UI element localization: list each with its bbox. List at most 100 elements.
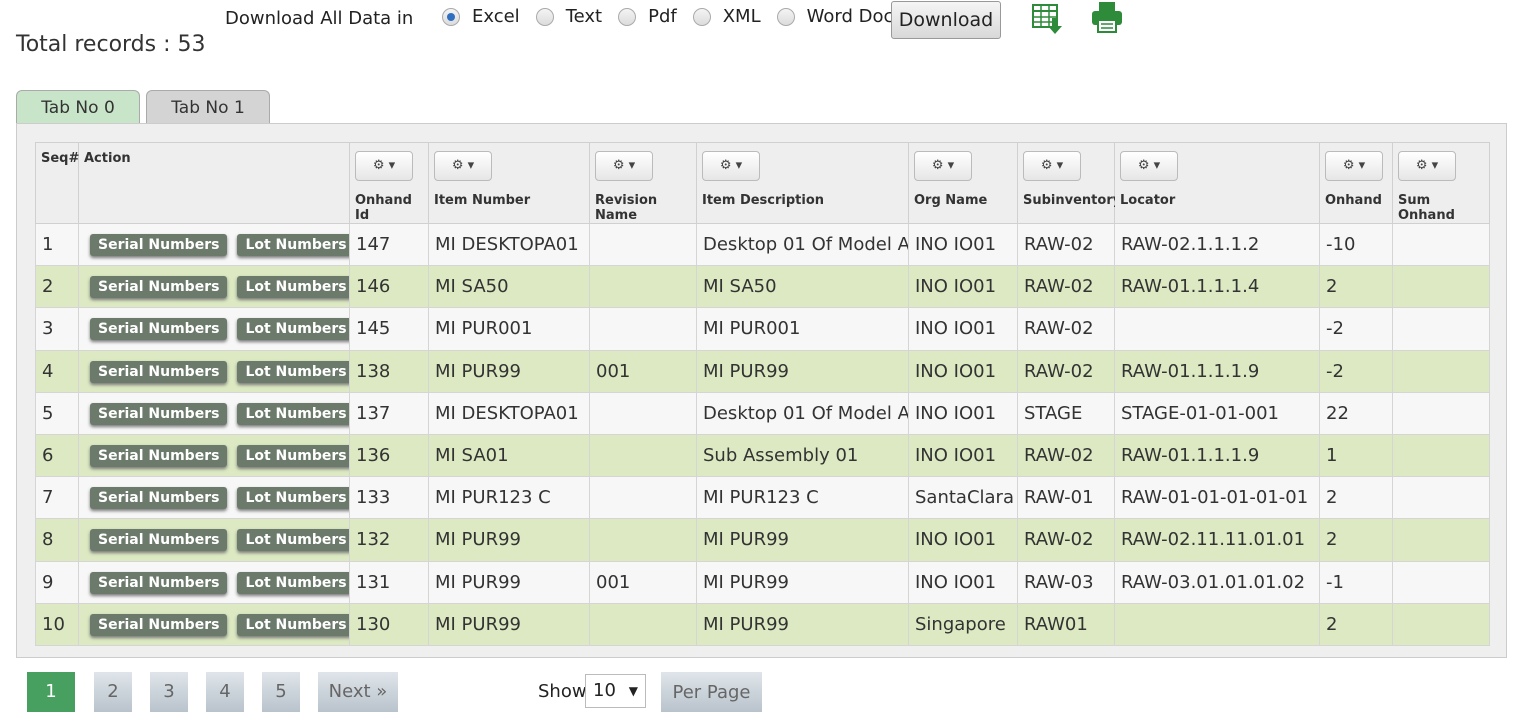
column-menu-button[interactable]: ⚙ ▾: [434, 151, 492, 181]
cell-action: Serial Numbers Lot Numbers: [78, 602, 350, 646]
format-option-xml[interactable]: XML: [692, 6, 761, 27]
tab-no-1[interactable]: Tab No 1: [146, 90, 270, 124]
cell-onhand: 22: [1319, 391, 1393, 435]
cell-subinventory: RAW-01: [1017, 476, 1115, 520]
lot-numbers-button[interactable]: Lot Numbers: [237, 276, 349, 299]
serial-numbers-button[interactable]: Serial Numbers: [90, 402, 228, 425]
format-option-pdf[interactable]: Pdf: [618, 6, 677, 27]
cell-onhand: -10: [1319, 222, 1393, 267]
next-page-button[interactable]: Next »: [318, 672, 398, 712]
tab-no-0[interactable]: Tab No 0: [16, 90, 140, 124]
radio-xml[interactable]: [692, 7, 711, 26]
cell-locator: RAW-01.1.1.1.4: [1114, 265, 1320, 309]
cell-revision: [589, 222, 697, 267]
radio-word[interactable]: [776, 7, 795, 26]
cell-onhand-id: 137: [349, 391, 429, 435]
cell-locator: [1114, 602, 1320, 646]
serial-numbers-button[interactable]: Serial Numbers: [90, 276, 228, 299]
cell-item-number: MI PUR99: [428, 518, 590, 562]
table-row: 1 Serial Numbers Lot Numbers 147 MI DESKTOPA…: [35, 222, 1490, 267]
col-label-seq: Seq#: [41, 151, 80, 166]
cell-item-number: MI PUR99: [428, 602, 590, 646]
serial-numbers-button[interactable]: Serial Numbers: [90, 360, 228, 383]
lot-numbers-button[interactable]: Lot Numbers: [237, 529, 349, 552]
page-button-4[interactable]: 4: [206, 672, 244, 712]
serial-numbers-button[interactable]: Serial Numbers: [90, 487, 228, 510]
page-button-2[interactable]: 2: [94, 672, 132, 712]
column-menu-button[interactable]: ⚙ ▾: [1023, 151, 1081, 181]
cell-description: MI SA50: [696, 265, 909, 309]
cell-org: INO IO01: [908, 433, 1018, 478]
lot-numbers-button[interactable]: Lot Numbers: [237, 234, 349, 257]
cell-locator: RAW-02.11.11.01.01: [1114, 518, 1320, 562]
column-menu-button[interactable]: ⚙ ▾: [355, 151, 413, 181]
cell-subinventory: RAW-02: [1017, 518, 1115, 562]
cell-sum-onhand: [1392, 222, 1490, 267]
table-row: 10 Serial Numbers Lot Numbers 130 MI PUR99 MI…: [35, 602, 1490, 646]
format-option-word[interactable]: Word Doc: [776, 6, 893, 27]
cell-action: Serial Numbers Lot Numbers: [78, 349, 350, 393]
page-button-1[interactable]: 1: [27, 672, 75, 712]
lot-numbers-button[interactable]: Lot Numbers: [237, 360, 349, 383]
cell-onhand-id: 136: [349, 433, 429, 478]
page-button-5[interactable]: 5: [262, 672, 300, 712]
cell-action: Serial Numbers Lot Numbers: [78, 307, 350, 351]
cell-description: Desktop 01 Of Model A: [696, 391, 909, 435]
per-page-button[interactable]: Per Page: [661, 672, 762, 712]
cell-onhand: 2: [1319, 476, 1393, 520]
lot-numbers-button[interactable]: Lot Numbers: [237, 445, 349, 468]
column-menu-button[interactable]: ⚙ ▾: [914, 151, 972, 181]
format-option-text[interactable]: Text: [535, 6, 602, 27]
cell-seq: 1: [35, 222, 79, 267]
serial-numbers-button[interactable]: Serial Numbers: [90, 571, 228, 594]
page-button-3[interactable]: 3: [150, 672, 188, 712]
lot-numbers-button[interactable]: Lot Numbers: [237, 402, 349, 425]
column-menu-button[interactable]: ⚙ ▾: [702, 151, 760, 181]
format-label-excel: Excel: [472, 6, 520, 27]
col-header-revision-name: ⚙ ▾ Revision Name: [589, 142, 697, 224]
lot-numbers-button[interactable]: Lot Numbers: [237, 571, 349, 594]
per-page-select[interactable]: 10 ▼: [585, 674, 646, 708]
table-row: 5 Serial Numbers Lot Numbers 137 MI DESKTOPA…: [35, 391, 1490, 435]
total-records-label: Total records : 53: [16, 32, 206, 57]
col-header-subinventory: ⚙ ▾ Subinventory: [1017, 142, 1121, 224]
cell-item-number: MI SA01: [428, 433, 590, 478]
serial-numbers-button[interactable]: Serial Numbers: [90, 529, 228, 552]
cell-action: Serial Numbers Lot Numbers: [78, 222, 350, 267]
col-header-seq: Seq#: [35, 142, 80, 224]
download-format-radio-group: Excel Text Pdf XML Word Doc: [442, 6, 909, 27]
download-button[interactable]: Download: [891, 1, 1001, 39]
column-menu-button[interactable]: ⚙ ▾: [1120, 151, 1178, 181]
spreadsheet-download-icon[interactable]: [1032, 4, 1064, 38]
col-label-onhand: Onhand: [1325, 193, 1382, 208]
cell-locator: RAW-03.01.01.01.02: [1114, 560, 1320, 604]
radio-excel[interactable]: [442, 7, 460, 26]
col-label-onhand-id: Onhand Id: [355, 193, 412, 223]
col-label-locator: Locator: [1120, 193, 1176, 208]
serial-numbers-button[interactable]: Serial Numbers: [90, 445, 228, 468]
format-label-xml: XML: [722, 6, 761, 27]
col-label-org-name: Org Name: [914, 193, 988, 208]
radio-pdf[interactable]: [618, 7, 637, 26]
cell-onhand: 2: [1319, 265, 1393, 309]
serial-numbers-button[interactable]: Serial Numbers: [90, 318, 228, 341]
radio-text[interactable]: [535, 7, 554, 26]
cell-sum-onhand: [1392, 307, 1490, 351]
cell-sum-onhand: [1392, 265, 1490, 309]
format-option-excel[interactable]: Excel: [442, 6, 520, 27]
serial-numbers-button[interactable]: Serial Numbers: [90, 234, 228, 257]
serial-numbers-button[interactable]: Serial Numbers: [90, 613, 228, 636]
cell-action: Serial Numbers Lot Numbers: [78, 476, 350, 520]
cell-org: INO IO01: [908, 391, 1018, 435]
column-menu-button[interactable]: ⚙ ▾: [595, 151, 653, 181]
lot-numbers-button[interactable]: Lot Numbers: [237, 613, 349, 636]
printer-icon[interactable]: [1090, 0, 1124, 38]
column-menu-button[interactable]: ⚙ ▾: [1325, 151, 1383, 181]
column-menu-button[interactable]: ⚙ ▾: [1398, 151, 1456, 181]
col-header-item-description: ⚙ ▾ Item Description: [696, 142, 909, 224]
col-header-sum-onhand: ⚙ ▾ Sum Onhand: [1392, 142, 1490, 224]
cell-onhand-id: 132: [349, 518, 429, 562]
lot-numbers-button[interactable]: Lot Numbers: [237, 318, 349, 341]
tab-panel: Seq# Action ⚙ ▾ Onhand Id ⚙ ▾ Item Number …: [16, 123, 1507, 658]
lot-numbers-button[interactable]: Lot Numbers: [237, 487, 349, 510]
